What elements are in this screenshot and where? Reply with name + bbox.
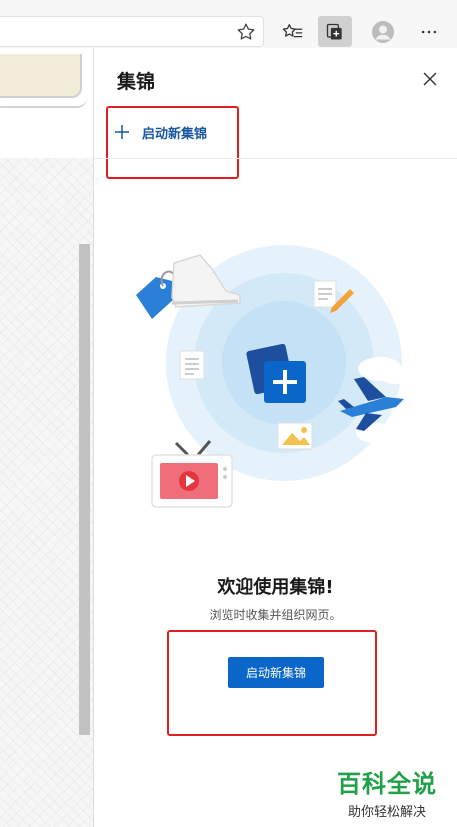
watermark: 百科全说 助你轻松解决 [332,764,442,820]
page-banner [0,54,82,98]
welcome-title: 欢迎使用集锦! [217,577,334,598]
profile-icon [372,20,394,43]
favorites-button[interactable] [276,16,310,47]
watermark-subtitle: 助你轻松解决 [347,805,426,820]
page-banner-shadow [0,96,87,108]
photo-icon [277,422,313,450]
web-page-area [0,48,93,827]
document-icon [179,350,205,380]
highlight-box-top [106,106,239,179]
profile-button[interactable] [366,16,400,47]
address-bar[interactable] [0,16,264,47]
collections-illustration [136,245,412,508]
row-divider [94,158,457,159]
more-button[interactable] [412,16,446,47]
close-icon[interactable] [421,70,439,88]
welcome-subtitle: 浏览时收集并组织网页。 [209,608,342,622]
page-scrollbar[interactable] [79,244,90,735]
watermark-title: 百科全说 [337,770,437,798]
collections-panel: 集锦 启动新集锦 欢迎使用集锦! 浏览时收集并组织网页。 启动新集锦 百科全说 … [94,48,457,827]
star-icon[interactable] [235,21,257,43]
favorites-icon [282,23,303,37]
collections-button[interactable] [318,16,352,47]
collections-icon [326,23,342,39]
tag-icon [136,270,176,319]
more-icon [421,30,437,33]
start-new-collection-button[interactable]: 启动新集锦 [228,657,324,688]
panel-title: 集锦 [117,71,156,93]
